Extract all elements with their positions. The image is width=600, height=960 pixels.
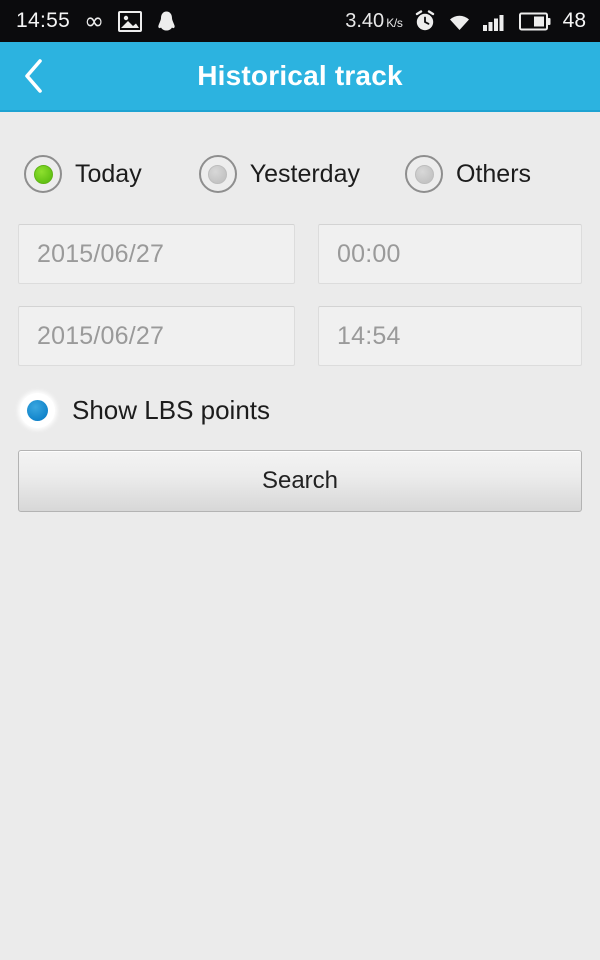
radio-option-yesterday[interactable]: Yesterday — [198, 155, 360, 193]
show-lbs-points-checkbox[interactable]: Show LBS points — [20, 393, 270, 428]
infinity-icon: ∞ — [84, 7, 105, 35]
radio-option-today[interactable]: Today — [24, 155, 142, 193]
radio-today-label: Today — [75, 159, 142, 188]
qq-icon — [156, 10, 177, 32]
radio-others-icon — [405, 155, 443, 193]
main-content: Today Yesterday Others 2015/06/27 00:00 … — [0, 112, 600, 960]
signal-bars-icon — [482, 12, 508, 31]
search-button[interactable]: Search — [18, 450, 582, 512]
radio-option-others[interactable]: Others — [405, 155, 531, 193]
end-date-value: 2015/06/27 — [37, 321, 165, 350]
network-speed-value: 3.40 — [345, 9, 385, 32]
page-title: Historical track — [197, 60, 403, 91]
app-header: Historical track — [0, 42, 600, 112]
network-speed: 3.40 K/s — [345, 9, 403, 33]
checkbox-checked-icon — [20, 393, 55, 428]
radio-yesterday-label: Yesterday — [249, 159, 360, 188]
end-date-field[interactable]: 2015/06/27 — [18, 306, 295, 366]
end-time-field[interactable]: 14:54 — [318, 306, 582, 366]
start-date-field[interactable]: 2015/06/27 — [18, 224, 295, 284]
status-bar: 14:55 ∞ 3.40 K/s 48 — [0, 0, 600, 42]
network-speed-unit: K/s — [386, 15, 403, 30]
radio-others-dot — [414, 164, 434, 184]
wifi-icon — [447, 12, 472, 31]
radio-yesterday-icon — [198, 155, 237, 193]
range-radio-group: Today Yesterday Others — [18, 112, 582, 193]
alarm-clock-icon — [414, 10, 436, 32]
start-date-value: 2015/06/27 — [37, 239, 165, 268]
chevron-left-icon — [23, 58, 45, 94]
radio-today-dot — [33, 164, 53, 184]
status-bar-left: 14:55 ∞ — [16, 9, 177, 33]
search-button-label: Search — [261, 467, 339, 494]
radio-others-label: Others — [456, 159, 532, 188]
radio-yesterday-dot — [208, 164, 228, 184]
battery-percent: 48 — [562, 9, 586, 32]
image-icon — [118, 10, 143, 32]
start-time-value: 00:00 — [337, 239, 401, 268]
start-time-field[interactable]: 00:00 — [318, 224, 582, 284]
datetime-field-grid: 2015/06/27 00:00 2015/06/27 14:54 — [18, 224, 582, 366]
show-lbs-points-label: Show LBS points — [72, 395, 271, 425]
battery-icon — [518, 12, 551, 31]
status-clock: 14:55 — [16, 9, 71, 32]
end-time-value: 14:54 — [337, 321, 401, 350]
checkbox-dot — [27, 400, 48, 421]
back-button[interactable] — [0, 41, 68, 111]
radio-today-icon — [24, 155, 62, 193]
status-bar-right: 3.40 K/s 48 — [345, 9, 586, 33]
